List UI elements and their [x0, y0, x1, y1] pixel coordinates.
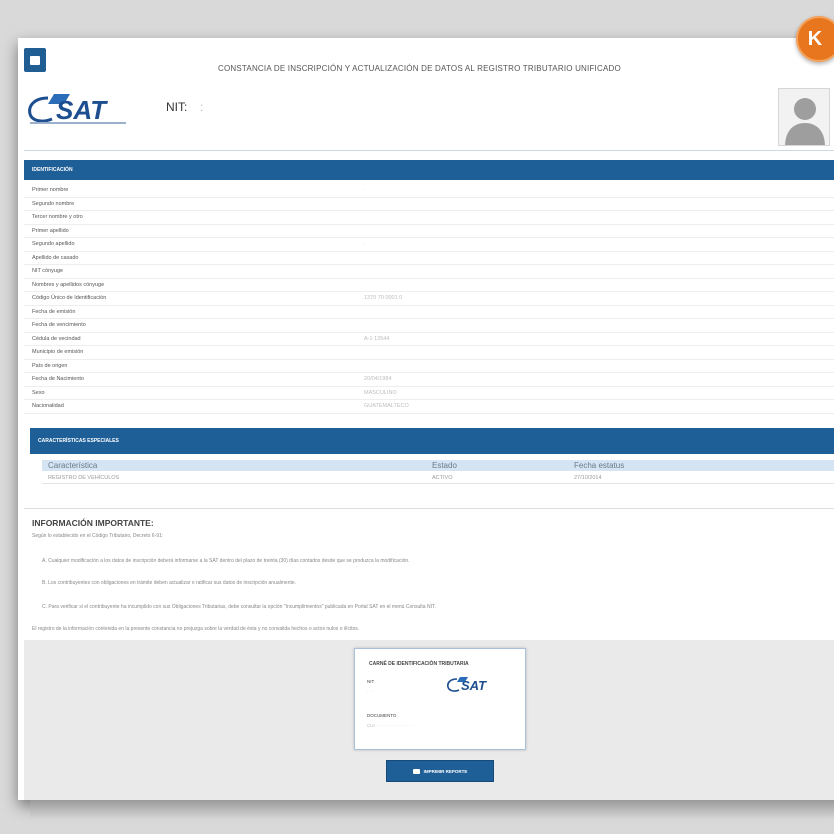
card-sat-logo: SAT	[447, 677, 487, 693]
field-label: Apellido de casado	[32, 254, 79, 261]
info-footer: El registro de la información contenida …	[32, 626, 360, 632]
field-label: Segundo apellido	[32, 241, 75, 248]
corner-badge: K	[796, 16, 834, 62]
nit-value: :	[200, 100, 204, 114]
field-label: NIT cónyuge	[32, 268, 64, 275]
print-report-button[interactable]: IMPRIMIR REPORTE	[386, 760, 494, 782]
field-value: MASCULINO	[364, 389, 397, 396]
cell-fecha: 27/10/2014	[574, 474, 602, 481]
field-label: Tercer nombre y otro	[32, 214, 83, 221]
table-row: Municipio de emisión	[24, 346, 834, 360]
section-header-identificacion: IDENTIFICACIÓN	[24, 160, 834, 180]
field-label: Fecha de vencimiento	[32, 322, 86, 329]
info-title: INFORMACIÓN IMPORTANTE:	[32, 518, 154, 528]
table-row: Fecha de vencimiento	[24, 319, 834, 333]
field-value: 1370 70 0001 0	[364, 295, 403, 302]
user-silhouette-icon	[785, 98, 825, 145]
tax-id-card: CARNÉ DE IDENTIFICACIÓN TRIBUTARIA NIT ·…	[354, 648, 526, 750]
printer-icon	[412, 768, 420, 774]
section-header-caracteristicas: CARACTERÍSTICAS ESPECIALES	[30, 428, 834, 454]
cell-caracteristica: REGISTRO DE VEHÍCULOS	[48, 474, 120, 481]
sat-logo: SAT	[28, 94, 126, 125]
printer-icon	[30, 55, 40, 65]
table-row: Sexo MASCULINO	[24, 387, 834, 400]
column-header-caracteristica: Característica	[48, 461, 98, 470]
table-row: Segundo nombre	[24, 198, 834, 211]
table-row: Segundo apellido ·	[24, 238, 834, 252]
card-title: CARNÉ DE IDENTIFICACIÓN TRIBUTARIA	[369, 661, 469, 667]
field-label: País de origen	[32, 362, 68, 369]
table-row: Primer nombre ·	[24, 184, 834, 198]
table-row: Fecha de emisión	[24, 306, 834, 319]
table-row: Nombres y apellidos cónyuge	[24, 279, 834, 292]
table-row: Primer apellido	[24, 225, 834, 238]
print-report-label: IMPRIMIR REPORTE	[423, 768, 468, 774]
column-header-estado: Estado	[432, 461, 457, 470]
card-nit-label: NIT	[367, 679, 375, 684]
identification-table: Primer nombre · Segundo nombre Tercer nombr…	[24, 184, 834, 414]
field-label: Nombres y apellidos cónyuge	[32, 281, 105, 288]
card-document-label: DOCUMENTO	[367, 713, 397, 718]
field-label: Primer apellido	[32, 227, 69, 234]
table-row: Tercer nombre y otro	[24, 211, 834, 225]
table-row: Nacionalidad GUATEMALTECO	[24, 400, 834, 414]
print-button[interactable]	[24, 48, 46, 72]
field-value: ·	[364, 187, 366, 194]
field-label: Código Único de Identificación	[32, 295, 107, 302]
table-row: País de origen	[24, 360, 834, 373]
page-shadow	[30, 800, 834, 820]
field-label: Municipio de emisión	[32, 349, 84, 356]
info-item-c: C. Para verificar si el contribuyente ha…	[42, 604, 436, 610]
cell-estado: ACTIVO	[432, 474, 453, 481]
table-row: Código Único de Identificación 1370 70 00…	[24, 292, 834, 306]
field-value: 20/04/1984	[364, 376, 392, 383]
table-header: Característica Estado Fecha estatus	[42, 460, 834, 471]
document-sheet: CONSTANCIA DE INSCRIPCIÓN Y ACTUALIZACIÓ…	[18, 38, 834, 800]
card-logo-text: SAT	[461, 678, 487, 693]
field-value: A-1 13544	[364, 335, 390, 342]
table-row: NIT cónyuge	[24, 265, 834, 279]
field-label: Fecha de Nacimiento	[32, 376, 84, 383]
avatar	[778, 88, 830, 146]
field-label: Fecha de emisión	[32, 308, 76, 315]
card-nit-value: · · ·	[367, 689, 374, 694]
field-label: Sexo	[32, 389, 45, 396]
divider	[24, 150, 834, 151]
field-value: GUATEMALTECO	[364, 403, 409, 410]
info-item-b: B. Los contribuyentes con obligaciones e…	[42, 580, 297, 586]
info-item-a: A. Cualquier modificación a los datos de…	[42, 558, 410, 564]
field-value: ·	[364, 241, 366, 248]
field-label: Cédula de vecindad	[32, 335, 81, 342]
column-header-fecha: Fecha estatus	[574, 461, 625, 470]
table-row: Cédula de vecindad A-1 13544	[24, 333, 834, 346]
field-label: Primer nombre	[32, 187, 69, 194]
badge-letter: K	[807, 27, 823, 50]
table-row: Apellido de casado	[24, 252, 834, 265]
divider	[24, 508, 834, 509]
card-document-value: CUI · · · · · · · · · · · · · ·	[367, 723, 414, 728]
sat-logo-text: SAT	[56, 95, 108, 125]
field-label: Segundo nombre	[32, 200, 75, 207]
field-label: Nacionalidad	[32, 403, 64, 410]
info-intro: Según lo establecido en el Código Tribut…	[32, 533, 164, 539]
document-title: CONSTANCIA DE INSCRIPCIÓN Y ACTUALIZACIÓ…	[218, 64, 621, 73]
nit-label: NIT:	[166, 100, 188, 114]
table-row: Fecha de Nacimiento 20/04/1984	[24, 373, 834, 387]
table-row: REGISTRO DE VEHÍCULOS ACTIVO 27/10/2014	[42, 472, 834, 484]
